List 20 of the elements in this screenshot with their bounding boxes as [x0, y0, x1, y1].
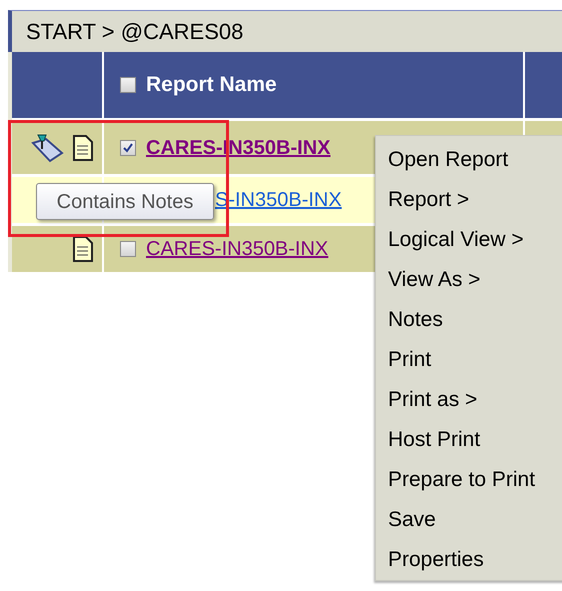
checkbox[interactable] — [120, 140, 136, 156]
document-icon — [72, 235, 94, 263]
menu-item[interactable]: Properties — [388, 540, 562, 580]
report-link[interactable]: CARES-IN350B-INX — [146, 234, 328, 264]
menu-item[interactable]: View As > — [388, 260, 562, 300]
breadcrumb: START > @CARES08 — [26, 18, 244, 46]
menu-item[interactable]: Open Report — [388, 140, 562, 180]
menu-item[interactable]: Print as > — [388, 380, 562, 420]
menu-item[interactable]: Notes — [388, 300, 562, 340]
tooltip: Contains Notes — [36, 183, 214, 220]
checkbox[interactable] — [120, 77, 136, 93]
menu-item[interactable]: Prepare to Print — [388, 460, 562, 500]
checkbox[interactable] — [120, 241, 136, 257]
column-header[interactable]: Report Name — [146, 69, 277, 101]
menu-item[interactable]: Save — [388, 500, 562, 540]
document-icon — [72, 134, 94, 162]
menu-item[interactable]: Print — [388, 340, 562, 380]
menu-item[interactable]: Report > — [388, 180, 562, 220]
menu-item[interactable]: Host Print — [388, 420, 562, 460]
menu-item[interactable]: Logical View > — [388, 220, 562, 260]
